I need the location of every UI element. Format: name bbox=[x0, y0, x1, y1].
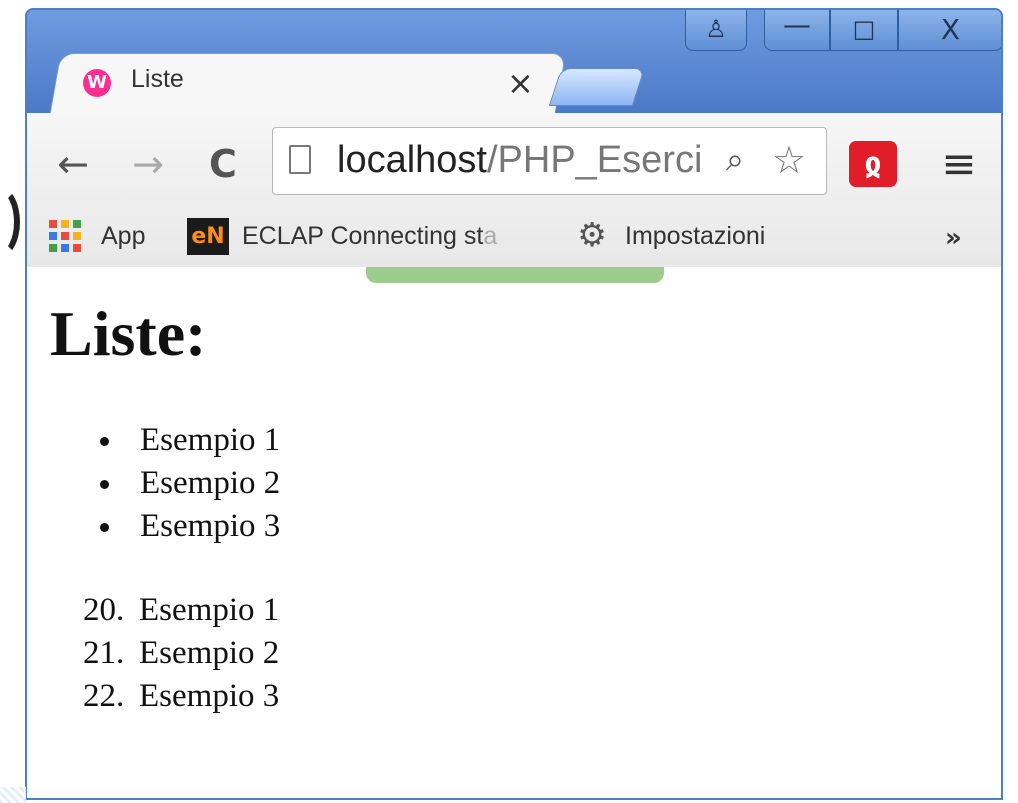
bookmark-settings[interactable]: Impostazioni bbox=[625, 221, 765, 251]
list-item-label: Esempio 1 bbox=[139, 592, 280, 628]
eclap-icon: eN bbox=[187, 218, 229, 255]
loading-progress-bar bbox=[366, 267, 664, 283]
avira-extension-icon[interactable]: ჲ bbox=[849, 141, 897, 187]
user-button[interactable]: ♙ bbox=[685, 10, 747, 51]
list-item-label: Esempio 3 bbox=[139, 678, 280, 714]
apps-grid-icon[interactable] bbox=[49, 220, 81, 252]
ordered-list-item: 22. Esempio 3 bbox=[83, 675, 279, 718]
list-number: 21. bbox=[83, 635, 125, 671]
list-item: Esempio 2 bbox=[100, 462, 280, 505]
active-tab[interactable]: W Liste × bbox=[83, 53, 543, 113]
page-heading: Liste: bbox=[50, 298, 207, 369]
bookmarks-bar: App eN ECLAP Connecting sta ⚙ Impostazio… bbox=[27, 203, 1001, 267]
browser-window: ♙ — □ X W Liste × ← → C localhost/PHP_Es… bbox=[25, 8, 1003, 800]
url-path: /PHP_Eserci bbox=[486, 139, 703, 181]
gear-icon: ⚙ bbox=[577, 215, 607, 254]
maximize-button[interactable]: □ bbox=[830, 10, 898, 51]
reload-icon[interactable]: C bbox=[201, 137, 245, 191]
bookmark-eclap[interactable]: ECLAP Connecting sta bbox=[242, 221, 542, 251]
tab-title: Liste bbox=[131, 65, 184, 93]
close-tab-button[interactable]: × bbox=[507, 58, 534, 108]
page-icon bbox=[289, 145, 311, 174]
web-page-content: Liste: Esempio 1 Esempio 2 Esempio 3 20.… bbox=[27, 267, 1001, 798]
wamp-favicon-icon: W bbox=[83, 69, 111, 97]
background-pattern bbox=[0, 787, 26, 803]
bookmark-eclap-label: ECLAP Connecting st bbox=[242, 222, 484, 250]
ordered-list-item: 20. Esempio 1 bbox=[83, 589, 279, 632]
ordered-list: 20. Esempio 1 21. Esempio 2 22. Esempio 3 bbox=[83, 589, 279, 718]
forward-arrow-icon[interactable]: → bbox=[126, 137, 170, 191]
back-arrow-icon[interactable]: ← bbox=[51, 137, 95, 191]
zoom-search-icon[interactable]: ⌕ bbox=[717, 139, 753, 179]
list-number: 20. bbox=[83, 592, 125, 628]
list-item-label: Esempio 2 bbox=[139, 635, 280, 671]
ordered-list-item: 21. Esempio 2 bbox=[83, 632, 279, 675]
bookmark-star-icon[interactable]: ☆ bbox=[767, 138, 811, 182]
list-number: 22. bbox=[83, 678, 125, 714]
close-window-button[interactable]: X bbox=[898, 10, 1001, 51]
list-item: Esempio 3 bbox=[100, 505, 280, 548]
partial-circle-icon bbox=[0, 186, 20, 258]
new-tab-button[interactable] bbox=[548, 68, 646, 106]
browser-toolbar: ← → C localhost/PHP_Eserci ⌕ ☆ ჲ ≡ App e… bbox=[27, 113, 1001, 268]
bookmark-eclap-faded-label: a bbox=[483, 222, 498, 250]
bookmark-apps[interactable]: App bbox=[101, 221, 145, 251]
minimize-button[interactable]: — bbox=[764, 10, 830, 51]
url-host: localhost bbox=[337, 139, 487, 181]
chrome-menu-icon[interactable]: ≡ bbox=[939, 141, 979, 187]
list-item: Esempio 1 bbox=[100, 419, 280, 462]
url-text[interactable]: localhost/PHP_Eserci bbox=[337, 136, 705, 184]
bookmarks-overflow-icon[interactable]: » bbox=[945, 223, 962, 253]
title-bar: ♙ — □ X W Liste × bbox=[27, 10, 1001, 113]
address-bar[interactable]: localhost/PHP_Eserci ⌕ ☆ bbox=[272, 127, 827, 195]
unordered-list: Esempio 1 Esempio 2 Esempio 3 bbox=[100, 419, 280, 548]
